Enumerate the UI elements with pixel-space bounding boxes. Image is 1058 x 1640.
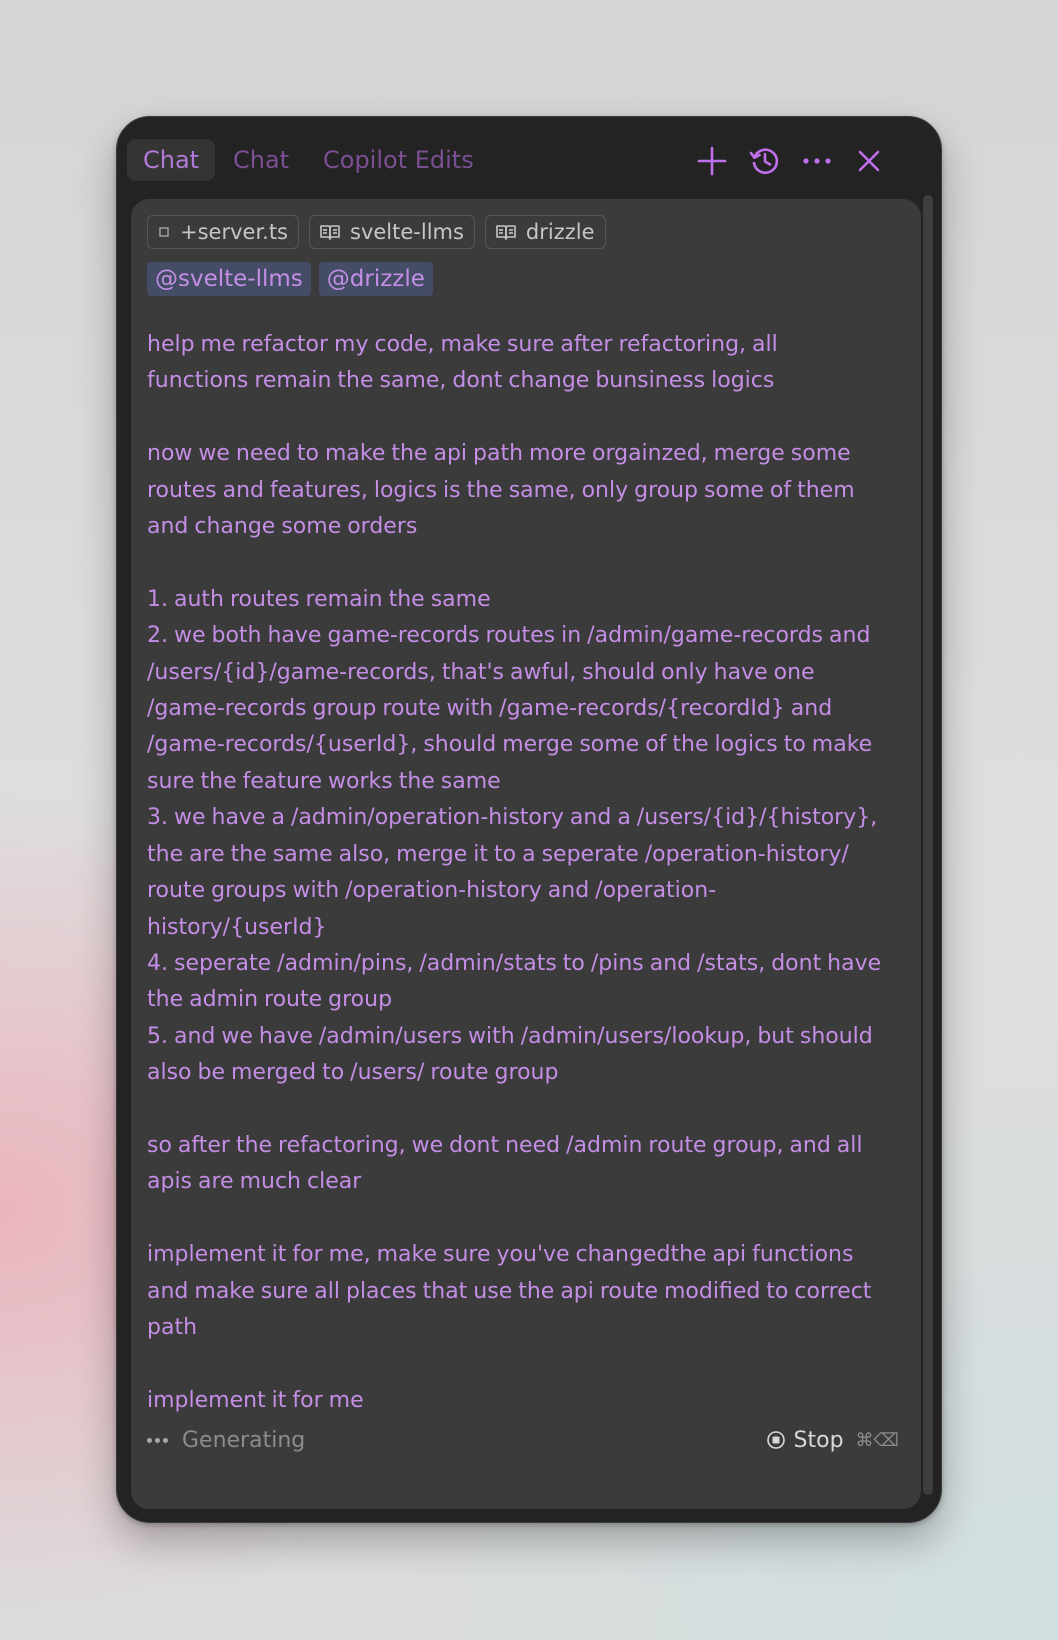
close-icon[interactable]: [849, 141, 889, 181]
mentions: @svelte-llms @drizzle: [147, 262, 433, 296]
panel-header: Chat Chat Copilot Edits: [117, 117, 941, 201]
tab-copilot-edits[interactable]: Copilot Edits: [307, 139, 490, 181]
generating-status: Generating: [182, 1427, 306, 1453]
prompt-message-text: help me refactor my code, make sure afte…: [147, 332, 882, 1413]
generation-footer: Generating Stop ⌘⌫: [147, 1423, 899, 1457]
context-chip-server-ts[interactable]: +server.ts: [147, 215, 299, 249]
stop-button[interactable]: Stop ⌘⌫: [766, 1428, 899, 1453]
mention-svelte-llms[interactable]: @svelte-llms: [147, 262, 311, 296]
context-chip-drizzle[interactable]: drizzle: [484, 215, 606, 249]
file-icon: [158, 226, 170, 238]
tab-chat-active[interactable]: Chat: [127, 139, 216, 181]
scrollbar[interactable]: [923, 195, 933, 1495]
context-chip-label: svelte-llms: [350, 220, 464, 244]
context-chip-svelte-llms[interactable]: svelte-llms: [309, 215, 475, 249]
book-icon: [320, 224, 340, 240]
stop-shortcut: ⌘⌫: [855, 1429, 899, 1451]
user-message-card: +server.ts svelte-llms drizzle @svelte-l…: [131, 199, 921, 1509]
stop-circle-icon: [766, 1430, 786, 1450]
plus-icon[interactable]: [692, 141, 732, 181]
loading-dots-icon: [147, 1437, 168, 1443]
history-icon[interactable]: [745, 141, 785, 181]
more-icon[interactable]: [797, 141, 837, 181]
tab-chat[interactable]: Chat: [217, 139, 305, 181]
book-icon: [496, 224, 516, 240]
context-chip-label: +server.ts: [180, 220, 288, 244]
stop-label: Stop: [793, 1427, 844, 1453]
context-chips: +server.ts svelte-llms drizzle: [147, 215, 606, 249]
mention-drizzle[interactable]: @drizzle: [318, 262, 433, 296]
context-chip-label: drizzle: [525, 220, 595, 244]
copilot-chat-panel: Chat Chat Copilot Edits +server.ts svelt…: [116, 116, 942, 1523]
